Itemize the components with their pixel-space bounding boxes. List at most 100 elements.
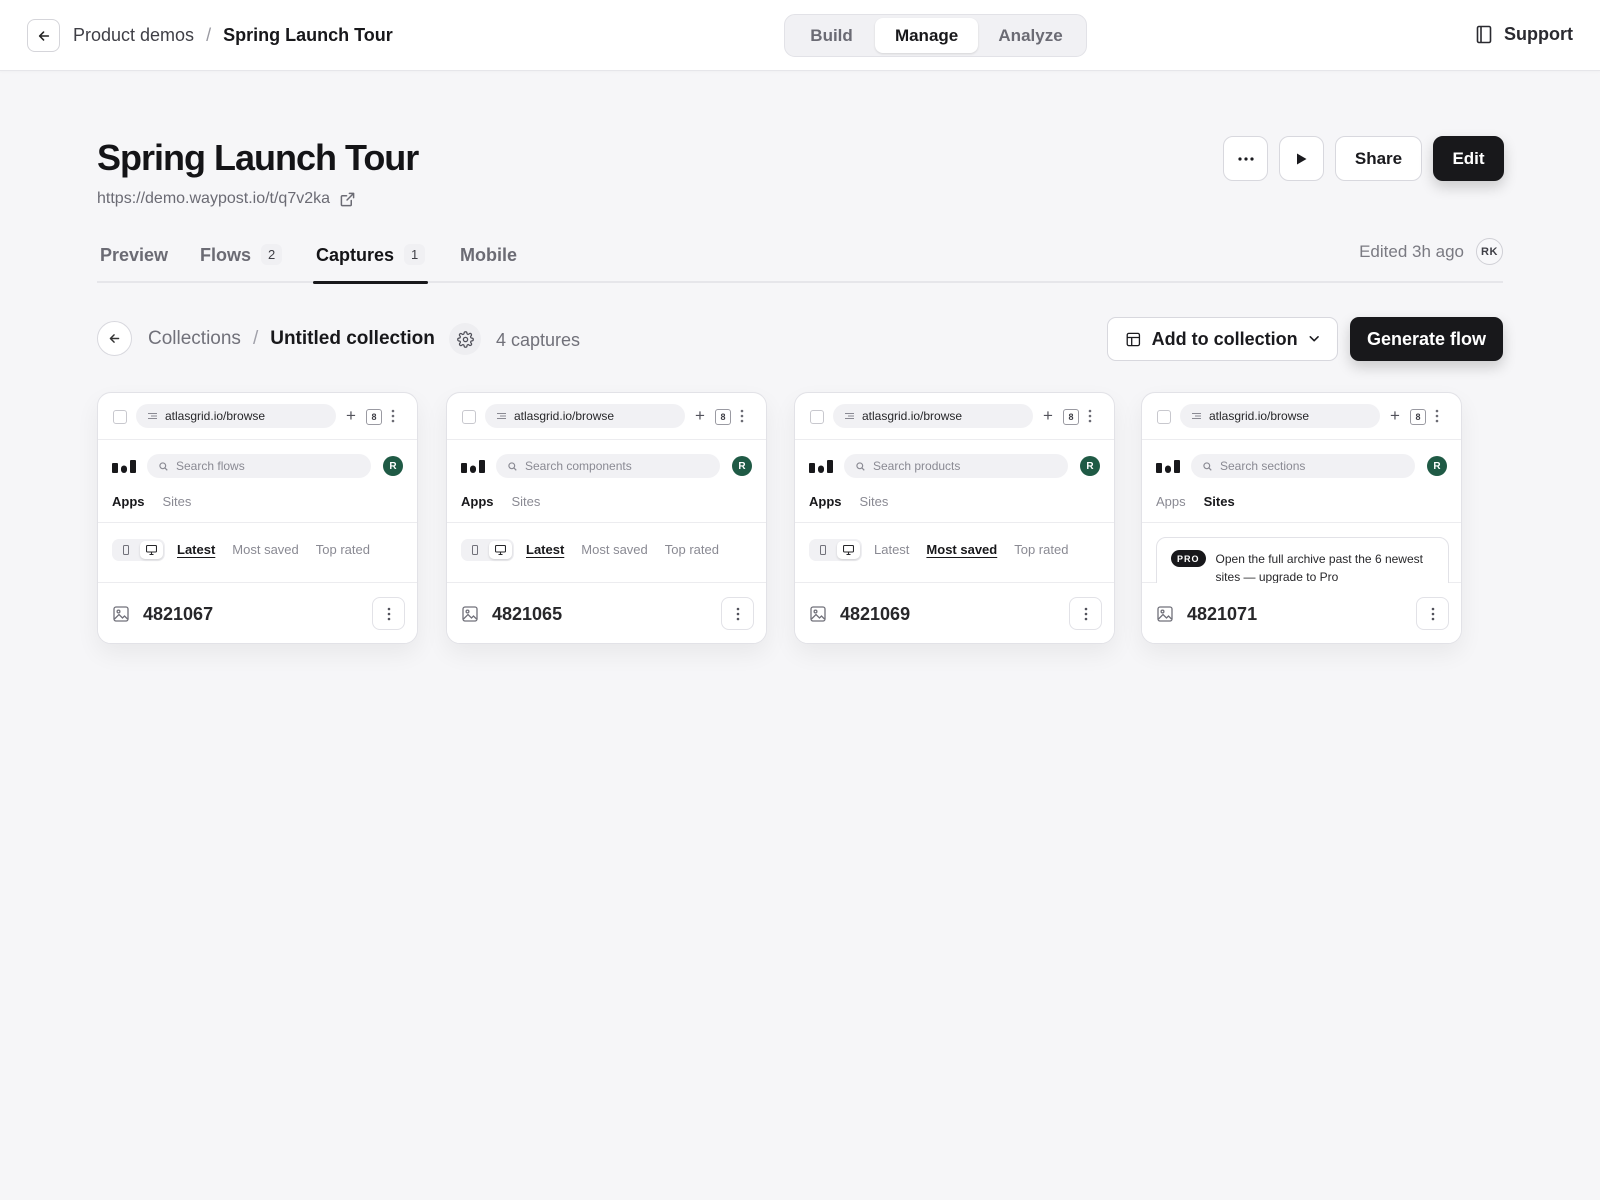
- address-url: atlasgrid.io/browse: [862, 409, 963, 423]
- avatar[interactable]: R: [383, 456, 403, 476]
- select-checkbox[interactable]: [1157, 410, 1171, 424]
- tab-count[interactable]: 8: [1410, 409, 1426, 425]
- device-toggle: [112, 539, 165, 561]
- tab-flows[interactable]: Flows 2: [200, 244, 283, 281]
- nav-sites[interactable]: Sites: [163, 494, 192, 509]
- tab-preview[interactable]: Preview: [100, 245, 168, 281]
- capture-card[interactable]: atlasgrid.io/browse + 8 Search flows R A…: [97, 392, 418, 644]
- card-menu-button[interactable]: [1069, 597, 1102, 630]
- more-vertical-icon[interactable]: [1088, 406, 1092, 426]
- mobile-view-toggle[interactable]: [811, 541, 835, 559]
- nav-apps[interactable]: Apps: [1156, 494, 1186, 509]
- mobile-view-toggle[interactable]: [114, 541, 138, 559]
- capture-card[interactable]: atlasgrid.io/browse + 8 Search sections …: [1141, 392, 1462, 644]
- search-input[interactable]: Search sections: [1191, 454, 1415, 478]
- more-vertical-icon: [1431, 607, 1434, 620]
- card-menu-button[interactable]: [1416, 597, 1449, 630]
- desktop-view-toggle[interactable]: [836, 541, 860, 559]
- avatar[interactable]: RK: [1476, 238, 1503, 265]
- new-tab-icon[interactable]: +: [1043, 404, 1053, 428]
- monitor-icon: [145, 545, 157, 555]
- collection-back-button[interactable]: [97, 321, 132, 356]
- search-input[interactable]: Search products: [844, 454, 1068, 478]
- nav-apps[interactable]: Apps: [112, 494, 145, 509]
- tab-count[interactable]: 8: [1063, 409, 1079, 425]
- capture-card[interactable]: atlasgrid.io/browse + 8 Search component…: [446, 392, 767, 644]
- collections-link[interactable]: Collections: [148, 328, 241, 350]
- new-tab-icon[interactable]: +: [346, 404, 356, 428]
- sort-tabs: Latest Most saved Top rated: [177, 542, 370, 557]
- new-tab-icon[interactable]: +: [695, 404, 705, 428]
- desktop-view-toggle[interactable]: [488, 541, 512, 559]
- edit-button[interactable]: Edit: [1433, 136, 1504, 181]
- card-menu-button[interactable]: [721, 597, 754, 630]
- nav-apps[interactable]: Apps: [461, 494, 494, 509]
- nav-apps[interactable]: Apps: [809, 494, 842, 509]
- more-button[interactable]: [1223, 136, 1268, 181]
- sort-top-rated[interactable]: Top rated: [665, 542, 719, 557]
- tab-count[interactable]: 8: [715, 409, 731, 425]
- sort-latest[interactable]: Latest: [526, 542, 564, 557]
- collection-settings-button[interactable]: [449, 323, 481, 355]
- search-icon: [856, 461, 865, 471]
- image-icon: [1157, 606, 1173, 622]
- mode-analyze[interactable]: Analyze: [978, 18, 1083, 53]
- avatar[interactable]: R: [1427, 456, 1447, 476]
- external-link-icon[interactable]: [340, 192, 355, 207]
- tab-label: Captures: [316, 245, 395, 265]
- sort-most-saved[interactable]: Most saved: [581, 542, 647, 557]
- avatar[interactable]: R: [1080, 456, 1100, 476]
- add-to-collection-button[interactable]: Add to collection: [1107, 317, 1338, 361]
- play-button[interactable]: [1279, 136, 1324, 181]
- app-header: Search sections R Apps Sites: [1142, 440, 1461, 523]
- mode-manage[interactable]: Manage: [875, 18, 979, 53]
- nav-sites[interactable]: Sites: [1204, 494, 1235, 509]
- more-vertical-icon[interactable]: [391, 406, 395, 426]
- tab-count[interactable]: 8: [366, 409, 382, 425]
- new-tab-icon[interactable]: +: [1390, 404, 1400, 428]
- sort-latest[interactable]: Latest: [874, 542, 909, 557]
- card-footer: 4821067: [98, 583, 417, 643]
- image-icon: [113, 606, 129, 622]
- nav-sites[interactable]: Sites: [512, 494, 541, 509]
- share-button[interactable]: Share: [1335, 136, 1422, 181]
- tab-label: Preview: [100, 245, 169, 265]
- search-icon: [508, 461, 517, 471]
- avatar[interactable]: R: [732, 456, 752, 476]
- sort-most-saved[interactable]: Most saved: [926, 542, 997, 557]
- select-checkbox[interactable]: [810, 410, 824, 424]
- mobile-view-toggle[interactable]: [463, 541, 487, 559]
- mode-build[interactable]: Build: [788, 18, 875, 53]
- tab-count-badge: 1: [404, 244, 426, 265]
- back-button[interactable]: [27, 19, 60, 52]
- phone-icon: [122, 545, 129, 555]
- sliders-icon: [497, 412, 506, 420]
- capture-id: 4821065: [492, 604, 563, 624]
- filter-bar: Latest Most saved Top rated: [795, 523, 1114, 583]
- desktop-view-toggle[interactable]: [139, 541, 163, 559]
- nav-sites[interactable]: Sites: [860, 494, 889, 509]
- breadcrumb-separator: /: [252, 328, 259, 349]
- tab-captures[interactable]: Captures 1: [312, 244, 429, 284]
- search-input[interactable]: Search components: [496, 454, 720, 478]
- card-menu-button[interactable]: [372, 597, 405, 630]
- sort-latest[interactable]: Latest: [177, 542, 215, 557]
- generate-flow-button[interactable]: Generate flow: [1350, 317, 1503, 361]
- monitor-icon: [494, 545, 506, 555]
- sort-top-rated[interactable]: Top rated: [1014, 542, 1068, 557]
- app-nav: Apps Sites: [1156, 494, 1235, 509]
- breadcrumb-parent[interactable]: Product demos: [73, 25, 194, 46]
- search-input[interactable]: Search flows: [147, 454, 371, 478]
- tab-mobile[interactable]: Mobile: [460, 245, 517, 281]
- support-link[interactable]: Support: [1476, 24, 1573, 45]
- tour-url[interactable]: https://demo.waypost.io/t/q7v2ka: [97, 190, 355, 208]
- more-vertical-icon[interactable]: [740, 406, 744, 426]
- sort-top-rated[interactable]: Top rated: [316, 542, 370, 557]
- select-checkbox[interactable]: [113, 410, 127, 424]
- capture-card[interactable]: atlasgrid.io/browse + 8 Search products …: [794, 392, 1115, 644]
- tour-url-text[interactable]: https://demo.waypost.io/t/q7v2ka: [97, 190, 330, 208]
- sort-tabs: Latest Most saved Top rated: [874, 542, 1068, 557]
- sort-most-saved[interactable]: Most saved: [232, 542, 298, 557]
- select-checkbox[interactable]: [462, 410, 476, 424]
- more-vertical-icon[interactable]: [1435, 406, 1439, 426]
